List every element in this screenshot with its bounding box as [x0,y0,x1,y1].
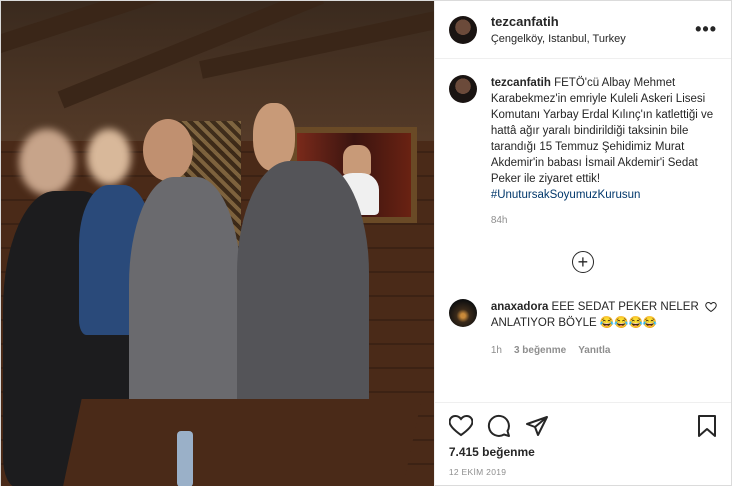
comment-icon[interactable] [487,413,517,439]
likes-count[interactable]: 7.415 beğenme [449,445,717,459]
person-face-blurred [19,129,75,195]
caption-username[interactable]: tezcanfatih [491,77,551,89]
location-link[interactable]: Çengelköy, Istanbul, Turkey [491,33,695,45]
table [60,399,422,486]
avatar[interactable] [448,15,477,44]
person-center-face [143,119,193,181]
comment-likes[interactable]: 3 beğenme [514,343,566,359]
bookmark-icon[interactable] [687,413,717,439]
share-icon[interactable] [525,413,555,439]
child-face-blurred [87,129,131,185]
caption-text: FETÖ'cü Albay Mehmet Karabekmez'in emriy… [490,77,714,185]
more-options-button[interactable]: ••• [695,19,717,40]
water-bottle [177,431,193,486]
heart-icon[interactable] [705,301,717,359]
caption-age: 84h [490,215,508,226]
instagram-post: tezcanfatih Çengelköy, Istanbul, Turkey … [0,0,732,486]
comment-age: 1h [490,345,502,356]
caption-avatar[interactable] [448,75,477,103]
post-header: tezcanfatih Çengelköy, Istanbul, Turkey … [434,1,731,59]
comment-username[interactable]: anaxadora [491,301,549,313]
heart-icon[interactable] [448,413,479,439]
comment-avatar[interactable] [448,299,477,327]
load-more-comments-button[interactable]: + [571,251,594,273]
comment: anaxadora EEE SEDAT PEKER NELER ANLATIYO… [448,299,717,359]
comments-section: tezcanfatih FETÖ'cü Albay Mehmet Karabek… [435,59,731,402]
ceiling-beam [199,7,434,79]
author-username[interactable]: tezcanfatih [491,14,695,29]
action-bar: 7.415 beğenme 12 EKİM 2019 [434,402,731,486]
portrait-face [343,145,371,175]
reply-button[interactable]: Yanıtla [578,343,610,359]
post-date: 12 EKİM 2019 [448,467,507,477]
post-photo[interactable] [1,1,434,486]
hashtag-link[interactable]: #UnutursakSoyumuzKurusun [491,189,641,201]
caption: tezcanfatih FETÖ'cü Albay Mehmet Karabek… [448,75,717,229]
post-sidebar: tezcanfatih Çengelköy, Istanbul, Turkey … [433,1,731,486]
